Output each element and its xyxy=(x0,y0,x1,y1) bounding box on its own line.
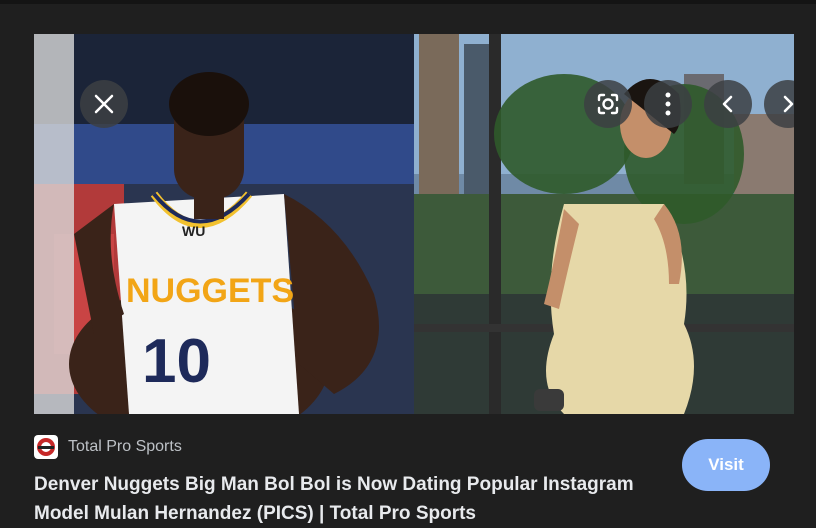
total-pro-sports-logo-icon xyxy=(34,435,58,459)
close-icon xyxy=(94,94,114,114)
more-options-button[interactable] xyxy=(644,80,692,128)
chevron-left-icon xyxy=(722,95,733,113)
chevron-right-icon xyxy=(783,95,794,113)
source-row[interactable]: Total Pro Sports xyxy=(34,433,182,461)
image-preview[interactable]: NUGGETS 10 WU xyxy=(34,34,794,414)
source-name[interactable]: Total Pro Sports xyxy=(68,438,182,456)
result-title[interactable]: Denver Nuggets Big Man Bol Bol is Now Da… xyxy=(34,470,634,528)
visit-button[interactable]: Visit xyxy=(682,439,770,491)
close-button[interactable] xyxy=(80,80,128,128)
top-bar xyxy=(0,0,816,4)
more-vertical-icon xyxy=(665,92,671,116)
jersey-number: 10 xyxy=(142,327,211,396)
previous-button[interactable] xyxy=(704,80,752,128)
google-lens-button[interactable] xyxy=(584,80,632,128)
jersey-sponsor: WU xyxy=(182,223,205,239)
google-lens-icon xyxy=(597,93,619,115)
jersey-text: NUGGETS xyxy=(126,272,294,310)
